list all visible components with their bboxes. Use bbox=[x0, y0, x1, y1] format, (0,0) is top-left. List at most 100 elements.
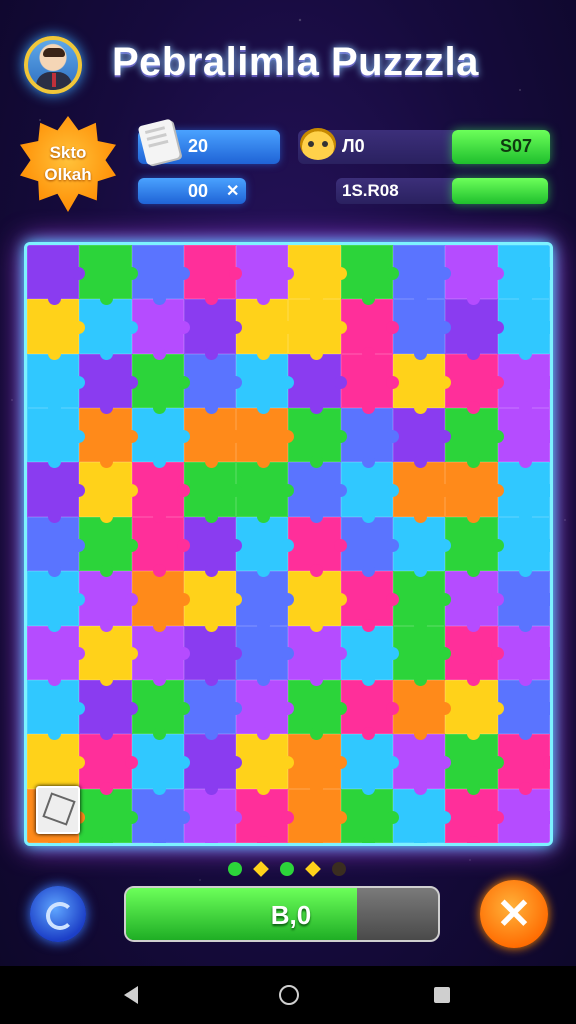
puzzle-piece[interactable] bbox=[340, 679, 400, 741]
puzzle-piece[interactable] bbox=[183, 679, 243, 741]
puzzle-piece[interactable] bbox=[131, 462, 191, 524]
puzzle-piece[interactable] bbox=[445, 679, 505, 741]
puzzle-piece[interactable] bbox=[183, 353, 243, 415]
puzzle-piece[interactable] bbox=[236, 462, 295, 524]
puzzle-piece[interactable] bbox=[183, 245, 243, 306]
puzzle-piece[interactable] bbox=[183, 571, 243, 632]
back-icon[interactable] bbox=[124, 986, 138, 1004]
puzzle-piece[interactable] bbox=[131, 353, 191, 415]
puzzle-piece[interactable] bbox=[445, 462, 505, 524]
home-icon[interactable] bbox=[279, 985, 299, 1005]
puzzle-board[interactable] bbox=[24, 242, 553, 846]
puzzle-piece[interactable] bbox=[79, 734, 138, 796]
puzzle-piece[interactable] bbox=[131, 679, 191, 741]
puzzle-piece[interactable] bbox=[27, 299, 86, 361]
puzzle-piece[interactable] bbox=[131, 408, 191, 469]
puzzle-piece[interactable] bbox=[183, 625, 243, 687]
puzzle-piece[interactable] bbox=[445, 516, 505, 578]
puzzle-piece[interactable] bbox=[79, 245, 138, 306]
puzzle-piece[interactable] bbox=[288, 734, 348, 796]
puzzle-piece[interactable] bbox=[131, 734, 191, 796]
puzzle-piece[interactable] bbox=[79, 462, 138, 524]
puzzle-piece[interactable] bbox=[497, 299, 550, 361]
puzzle-piece[interactable] bbox=[131, 571, 191, 632]
close-button[interactable]: ✕ bbox=[480, 880, 548, 948]
puzzle-piece[interactable] bbox=[131, 516, 191, 578]
puzzle-piece[interactable] bbox=[131, 788, 191, 843]
puzzle-piece[interactable] bbox=[27, 679, 86, 741]
puzzle-piece[interactable] bbox=[131, 625, 191, 687]
puzzle-piece[interactable] bbox=[236, 788, 295, 843]
puzzle-piece[interactable] bbox=[236, 571, 295, 632]
recent-apps-icon[interactable] bbox=[434, 987, 450, 1003]
puzzle-piece[interactable] bbox=[79, 299, 138, 361]
puzzle-piece[interactable] bbox=[340, 408, 400, 469]
puzzle-piece[interactable] bbox=[288, 571, 348, 632]
puzzle-piece[interactable] bbox=[288, 353, 348, 415]
puzzle-piece[interactable] bbox=[445, 788, 505, 843]
puzzle-piece[interactable] bbox=[236, 353, 295, 415]
puzzle-piece[interactable] bbox=[288, 245, 348, 306]
puzzle-piece[interactable] bbox=[288, 408, 348, 469]
puzzle-piece[interactable] bbox=[288, 516, 348, 578]
puzzle-piece[interactable] bbox=[340, 245, 400, 306]
puzzle-piece[interactable] bbox=[27, 245, 86, 306]
puzzle-piece[interactable] bbox=[183, 788, 243, 843]
puzzle-piece[interactable] bbox=[340, 353, 400, 415]
puzzle-piece[interactable] bbox=[131, 299, 191, 361]
puzzle-piece[interactable] bbox=[393, 571, 452, 632]
puzzle-piece[interactable] bbox=[131, 245, 191, 306]
puzzle-piece[interactable] bbox=[393, 625, 452, 687]
puzzle-piece[interactable] bbox=[393, 788, 452, 843]
puzzle-piece[interactable] bbox=[393, 462, 452, 524]
puzzle-piece[interactable] bbox=[288, 625, 348, 687]
puzzle-piece[interactable] bbox=[183, 462, 243, 524]
puzzle-piece[interactable] bbox=[393, 734, 452, 796]
puzzle-piece[interactable] bbox=[497, 462, 550, 524]
puzzle-piece[interactable] bbox=[27, 516, 86, 578]
puzzle-piece[interactable] bbox=[340, 788, 400, 843]
puzzle-piece[interactable] bbox=[27, 625, 86, 687]
puzzle-piece[interactable] bbox=[445, 408, 505, 469]
puzzle-piece[interactable] bbox=[393, 245, 452, 306]
puzzle-piece[interactable] bbox=[340, 734, 400, 796]
level-badge[interactable]: Skto Olkah bbox=[20, 116, 116, 212]
puzzle-piece[interactable] bbox=[27, 462, 86, 524]
puzzle-piece[interactable] bbox=[497, 734, 550, 796]
puzzle-piece[interactable] bbox=[497, 353, 550, 415]
puzzle-piece[interactable] bbox=[393, 353, 452, 415]
puzzle-piece[interactable] bbox=[236, 734, 295, 796]
puzzle-piece[interactable] bbox=[445, 571, 505, 632]
puzzle-piece[interactable] bbox=[79, 353, 138, 415]
puzzle-piece[interactable] bbox=[27, 353, 86, 415]
puzzle-piece[interactable] bbox=[183, 408, 243, 469]
puzzle-piece[interactable] bbox=[497, 571, 550, 632]
puzzle-piece[interactable] bbox=[340, 516, 400, 578]
puzzle-piece[interactable] bbox=[183, 734, 243, 796]
puzzle-piece[interactable] bbox=[497, 679, 550, 741]
puzzle-piece[interactable] bbox=[445, 299, 505, 361]
reference-image-thumbnail[interactable] bbox=[36, 786, 80, 834]
puzzle-piece[interactable] bbox=[497, 788, 550, 843]
puzzle-piece[interactable] bbox=[288, 299, 348, 361]
puzzle-piece[interactable] bbox=[236, 516, 295, 578]
puzzle-piece[interactable] bbox=[236, 299, 295, 361]
puzzle-piece[interactable] bbox=[79, 625, 138, 687]
puzzle-piece[interactable] bbox=[497, 408, 550, 469]
puzzle-piece[interactable] bbox=[288, 679, 348, 741]
puzzle-piece[interactable] bbox=[236, 625, 295, 687]
puzzle-piece[interactable] bbox=[445, 245, 505, 306]
puzzle-piece[interactable] bbox=[183, 299, 243, 361]
puzzle-piece[interactable] bbox=[27, 734, 86, 796]
puzzle-piece[interactable] bbox=[393, 299, 452, 361]
puzzle-piece[interactable] bbox=[236, 408, 295, 469]
puzzle-piece[interactable] bbox=[236, 245, 295, 306]
player-avatar[interactable] bbox=[24, 36, 82, 94]
puzzle-piece[interactable] bbox=[340, 299, 400, 361]
puzzle-piece[interactable] bbox=[445, 353, 505, 415]
puzzle-piece[interactable] bbox=[340, 571, 400, 632]
puzzle-piece[interactable] bbox=[27, 408, 86, 469]
puzzle-piece[interactable] bbox=[183, 516, 243, 578]
puzzle-piece[interactable] bbox=[445, 625, 505, 687]
puzzle-piece[interactable] bbox=[497, 245, 550, 306]
